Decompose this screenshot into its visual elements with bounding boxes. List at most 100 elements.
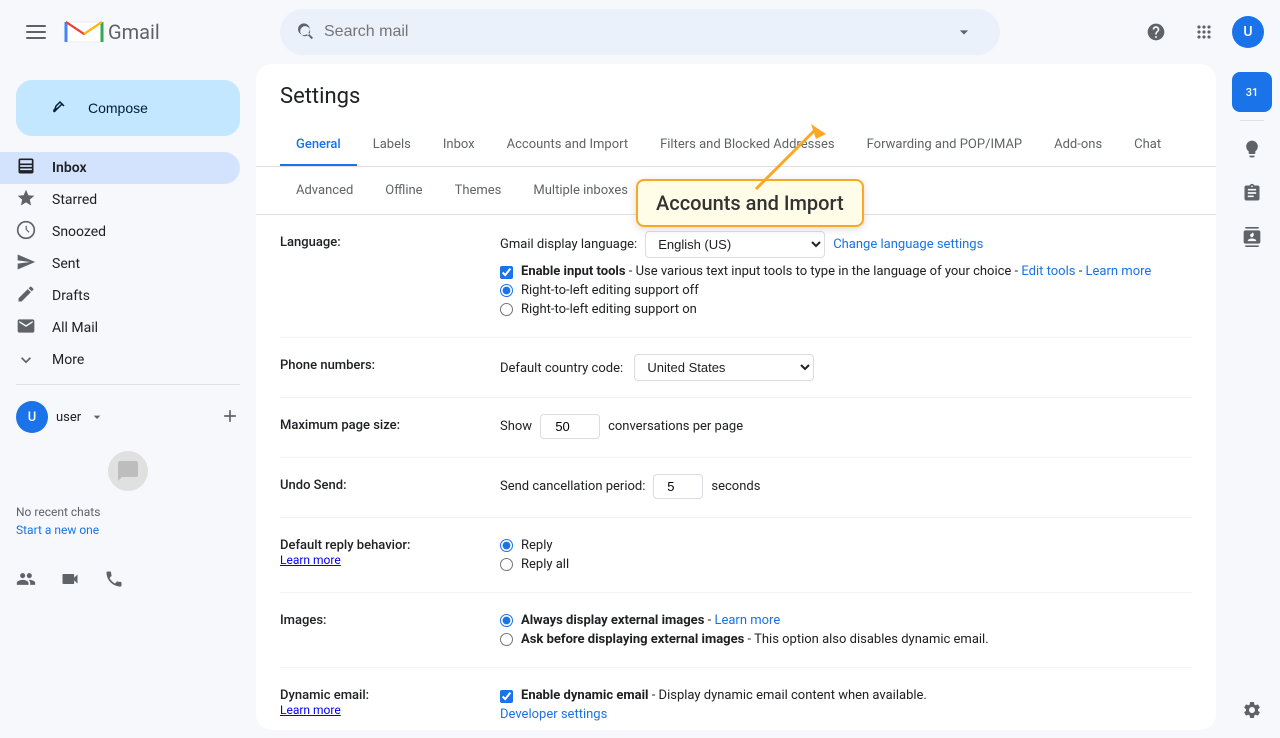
star-icon: [16, 188, 36, 213]
ask-before-option: Ask before displaying external images - …: [500, 632, 1192, 647]
rtl-on-label: Right-to-left editing support on: [521, 302, 697, 317]
sidebar-more-btn[interactable]: More: [0, 344, 256, 376]
sub-tab-themes[interactable]: Themes: [439, 175, 518, 206]
rtl-on-radio[interactable]: [500, 303, 513, 316]
tab-filters[interactable]: Filters and Blocked Addresses: [644, 125, 851, 167]
tab-forwarding[interactable]: Forwarding and POP/IMAP: [851, 125, 1039, 167]
reply-radio[interactable]: [500, 539, 513, 552]
sidebar-item-all-mail[interactable]: All Mail: [0, 312, 240, 344]
no-recent-chats: No recent chats: [16, 505, 240, 519]
add-account-btn[interactable]: [220, 406, 240, 429]
tab-accounts-import[interactable]: Accounts and Import: [491, 125, 644, 167]
tasks-icon[interactable]: [1232, 173, 1272, 213]
keep-icon[interactable]: [1232, 129, 1272, 169]
settings-row-images: Images: Always display external images -…: [280, 593, 1192, 668]
enable-tools-desc: - Use various text input tools to type i…: [629, 264, 1022, 279]
sidebar-item-label: Drafts: [52, 288, 90, 304]
page-size-input[interactable]: [540, 414, 600, 439]
tab-inbox[interactable]: Inbox: [427, 125, 491, 167]
right-panel-bottom: [1232, 690, 1272, 730]
search-input[interactable]: [324, 23, 936, 41]
user-row[interactable]: U user: [0, 393, 256, 441]
undo-send-label: Undo Send:: [280, 474, 500, 493]
help-button[interactable]: [1136, 12, 1176, 52]
sidebar-item-sent[interactable]: Sent: [0, 248, 240, 280]
settings-row-reply: Default reply behavior: Learn more Reply…: [280, 518, 1192, 593]
settings-sub-tabs: Advanced Offline Themes Multiple inboxes: [256, 167, 1216, 215]
tab-general[interactable]: General: [280, 125, 357, 167]
tab-add-ons[interactable]: Add-ons: [1038, 125, 1118, 167]
always-display-radio[interactable]: [500, 614, 513, 627]
language-value: Gmail display language: English (US) Cha…: [500, 231, 1192, 321]
settings-tabs: General Labels Inbox Accounts and Import…: [256, 125, 1216, 167]
people-icon[interactable]: [16, 569, 36, 589]
enable-dynamic-desc: - Display dynamic email content when ava…: [652, 688, 927, 703]
cancellation-period-label: Send cancellation period:: [500, 479, 645, 494]
enable-tools-checkbox[interactable]: [500, 266, 513, 279]
cancellation-period-input[interactable]: [653, 474, 703, 499]
menu-icon[interactable]: [16, 12, 56, 52]
meet-icon[interactable]: [60, 569, 80, 589]
user-avatar: U: [16, 401, 48, 433]
tab-chat[interactable]: Chat: [1118, 125, 1177, 167]
rtl-off-radio[interactable]: [500, 284, 513, 297]
reply-learn-more[interactable]: Learn more: [280, 553, 341, 567]
sidebar-item-inbox[interactable]: Inbox: [0, 152, 240, 184]
main-content: Settings General Labels Inbox Accounts a…: [256, 64, 1216, 730]
compose-button[interactable]: Compose: [16, 80, 240, 136]
settings-content: Language: Gmail display language: Englis…: [256, 215, 1216, 730]
developer-settings-link[interactable]: Developer settings: [500, 707, 607, 722]
sidebar-item-label: All Mail: [52, 320, 98, 336]
search-dropdown-btn[interactable]: [944, 12, 984, 52]
apps-button[interactable]: [1184, 12, 1224, 52]
sidebar-item-drafts[interactable]: Drafts: [0, 280, 240, 312]
page-size-value: Show conversations per page: [500, 414, 1192, 439]
reply-all-radio[interactable]: [500, 558, 513, 571]
snoozed-icon: [16, 220, 36, 245]
calendar-icon[interactable]: 31: [1232, 72, 1272, 112]
sidebar-divider: [16, 384, 240, 385]
tab-labels[interactable]: Labels: [357, 125, 427, 167]
sidebar-item-starred[interactable]: Starred: [0, 184, 240, 216]
reply-label-text: Reply: [521, 538, 553, 553]
sidebar-item-label: Starred: [52, 192, 97, 208]
enable-dynamic-option: Enable dynamic email - Display dynamic e…: [500, 688, 1192, 703]
enable-dynamic-checkbox[interactable]: [500, 690, 513, 703]
settings-panel-icon[interactable]: [1232, 690, 1272, 730]
images-label: Images:: [280, 609, 500, 628]
sidebar-item-snoozed[interactable]: Snoozed: [0, 216, 240, 248]
sub-tab-advanced[interactable]: Advanced: [280, 175, 369, 206]
learn-more-tools-link[interactable]: Learn more: [1086, 264, 1152, 279]
rtl-on-option: Right-to-left editing support on: [500, 302, 1192, 317]
images-learn-more[interactable]: Learn more: [714, 613, 780, 628]
phone-value: Default country code: United States: [500, 354, 1192, 381]
enable-dynamic-label: Enable dynamic email: [521, 688, 649, 703]
country-code-select[interactable]: United States: [634, 354, 814, 381]
search-bar[interactable]: [280, 9, 1000, 55]
gmail-logo: Gmail: [64, 18, 160, 46]
inbox-icon: [16, 156, 36, 181]
display-language-text: Gmail display language:: [500, 237, 637, 252]
sidebar-item-label: Inbox: [52, 160, 87, 176]
avatar[interactable]: U: [1232, 16, 1264, 48]
phone-icon[interactable]: [104, 569, 124, 589]
reply-label: Default reply behavior: Learn more: [280, 534, 500, 568]
reply-option: Reply: [500, 538, 1192, 553]
compose-label: Compose: [88, 100, 148, 116]
settings-row-page-size: Maximum page size: Show conversations pe…: [280, 398, 1192, 458]
contacts-icon[interactable]: [1232, 217, 1272, 257]
enable-tools-label: Enable input tools: [521, 264, 626, 279]
more-label: More: [52, 352, 84, 368]
all-mail-icon: [16, 316, 36, 341]
edit-tools-link[interactable]: Edit tools: [1021, 264, 1075, 279]
language-select[interactable]: English (US): [645, 231, 825, 258]
sub-tab-offline[interactable]: Offline: [369, 175, 438, 206]
dynamic-email-learn-more[interactable]: Learn more: [280, 703, 341, 717]
chat-avatar-area: [0, 441, 256, 501]
change-language-link[interactable]: Change language settings: [833, 237, 983, 252]
images-value: Always display external images - Learn m…: [500, 609, 1192, 651]
ask-before-radio[interactable]: [500, 633, 513, 646]
dynamic-email-label: Dynamic email: Learn more: [280, 684, 500, 718]
start-new-chat[interactable]: Start a new one: [16, 523, 240, 537]
sub-tab-multiple-inboxes[interactable]: Multiple inboxes: [517, 175, 644, 206]
